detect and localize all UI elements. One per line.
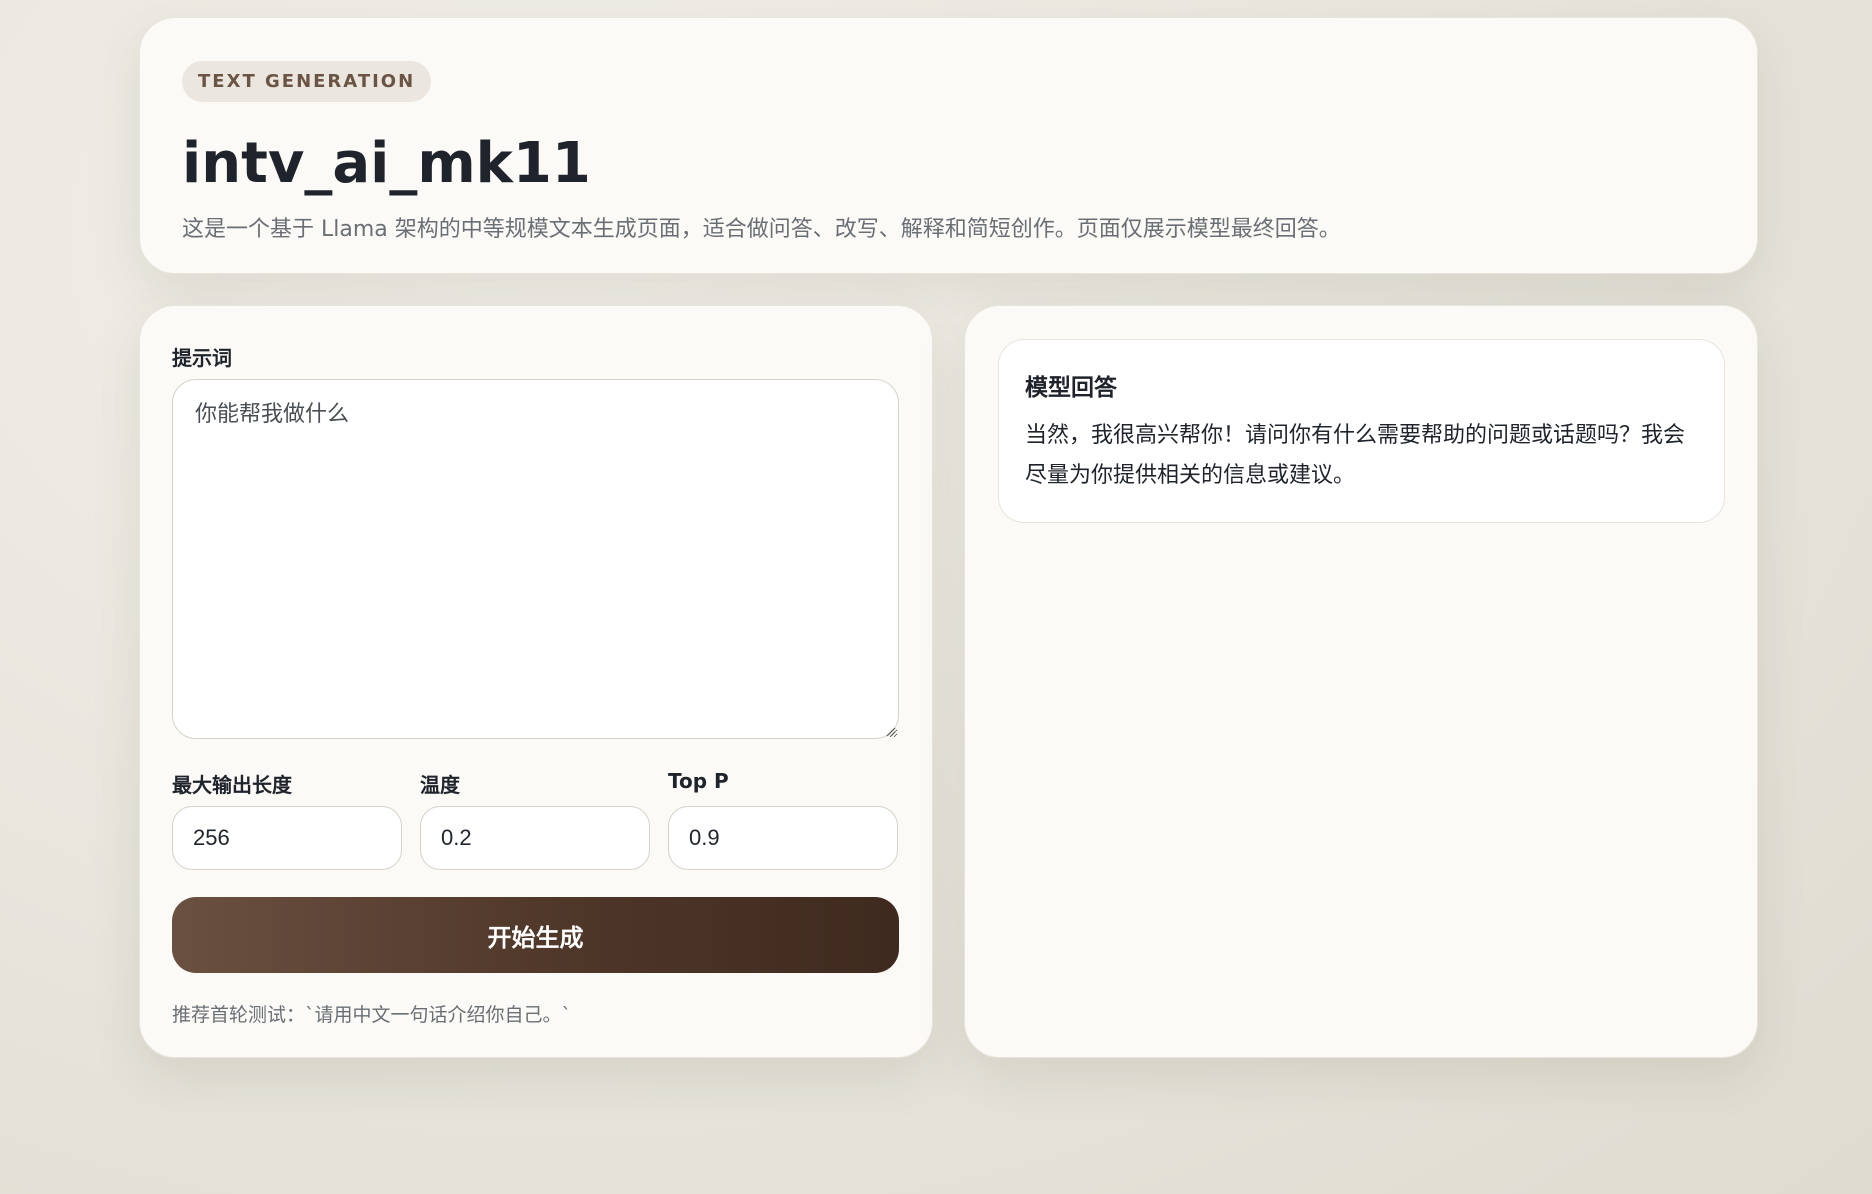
resize-handle-icon[interactable] <box>886 727 896 737</box>
prompt-label: 提示词 <box>172 346 232 370</box>
test-hint: 推荐首轮测试：`请用中文一句话介绍你自己。` <box>172 1004 572 1026</box>
max-length-label: 最大输出长度 <box>172 773 292 797</box>
answer-title: 模型回答 <box>1025 375 1117 401</box>
header-card: TEXT GENERATION intv_ai_mk11 这是一个基于 Llam… <box>139 17 1758 274</box>
category-badge: TEXT GENERATION <box>182 61 432 102</box>
answer-text: 当然，我很高兴帮你！请问你有什么需要帮助的问题或话题吗？我会尽量为你提供相关的信… <box>1025 423 1686 488</box>
top-p-input[interactable] <box>668 806 898 870</box>
generate-button[interactable]: 开始生成 <box>172 897 899 973</box>
answer-box: 模型回答 当然，我很高兴帮你！请问你有什么需要帮助的问题或话题吗？我会尽量为你提… <box>998 339 1725 523</box>
input-panel: 提示词 你能帮我做什么 最大输出长度 温度 Top P 开始生成 推荐首轮测试：… <box>139 305 933 1058</box>
top-p-label: Top P <box>668 769 729 793</box>
prompt-textarea[interactable]: 你能帮我做什么 <box>172 379 899 739</box>
page-title: intv_ai_mk11 <box>182 131 591 196</box>
output-panel: 模型回答 当然，我很高兴帮你！请问你有什么需要帮助的问题或话题吗？我会尽量为你提… <box>964 305 1758 1058</box>
temperature-input[interactable] <box>420 806 650 870</box>
temperature-label: 温度 <box>420 773 460 797</box>
page-description: 这是一个基于 Llama 架构的中等规模文本生成页面，适合做问答、改写、解释和简… <box>182 217 1341 242</box>
max-length-input[interactable] <box>172 806 402 870</box>
